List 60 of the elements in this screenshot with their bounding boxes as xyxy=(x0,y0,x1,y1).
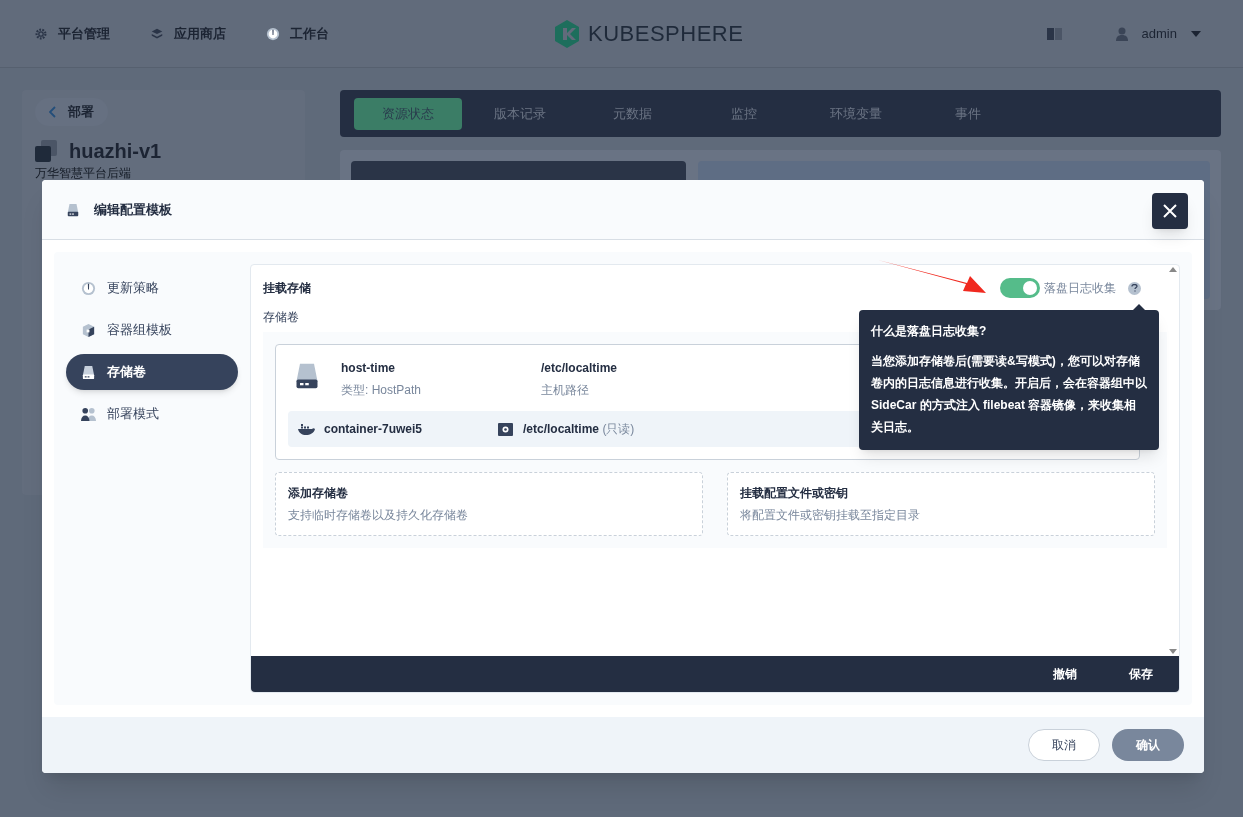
tab[interactable]: 元数据 xyxy=(578,97,686,130)
modal-title: 编辑配置模板 xyxy=(94,200,172,219)
settings-icon xyxy=(34,26,48,41)
option-description: 支持临时存储卷以及持久化存储卷 xyxy=(288,507,469,524)
option-title: 挂载配置文件或密钥 xyxy=(740,485,849,502)
mount-path: /etc/localtime (只读) xyxy=(523,421,635,438)
scroll-down-icon[interactable] xyxy=(1169,649,1177,654)
caret-icon xyxy=(1191,30,1201,37)
volume-path-type: 主机路径 xyxy=(541,382,590,399)
option-description: 将配置文件或密钥挂载至指定目录 xyxy=(740,507,921,524)
scroll-up-icon[interactable] xyxy=(1169,267,1177,272)
volumes-label: 存储卷 xyxy=(263,309,300,326)
tooltip-title: 什么是落盘日志收集? xyxy=(871,323,988,340)
disk-icon xyxy=(66,201,80,218)
people-icon xyxy=(80,406,97,422)
nav-link[interactable]: 平台管理 xyxy=(34,23,110,44)
nav-link[interactable]: 工作台 xyxy=(266,23,329,44)
toggle-label: 落盘日志收集 xyxy=(1044,280,1116,297)
cube-icon xyxy=(80,322,97,338)
close-button[interactable] xyxy=(1152,193,1188,229)
whale-icon xyxy=(298,423,315,435)
add-option-card[interactable]: 挂载配置文件或密钥 将配置文件或密钥挂载至指定目录 xyxy=(727,472,1155,536)
mount-point-icon xyxy=(498,422,513,436)
side-menu-item[interactable]: 部署模式 xyxy=(66,396,238,432)
book-icon[interactable] xyxy=(1046,27,1062,40)
footer-button[interactable]: 确认 xyxy=(1112,729,1184,761)
option-title: 添加存储卷 xyxy=(288,485,349,502)
gauge-icon xyxy=(80,280,97,296)
tab[interactable]: 资源状态 xyxy=(354,97,462,130)
tab[interactable]: 环境变量 xyxy=(802,97,910,130)
nav-link[interactable]: 应用商店 xyxy=(150,23,226,44)
footer-button[interactable]: 取消 xyxy=(1028,729,1100,761)
back-icon xyxy=(49,106,56,118)
section-title: 挂载存储 xyxy=(263,280,311,297)
user-menu[interactable]: admin xyxy=(1141,23,1201,44)
side-menu-item[interactable]: 存储卷 xyxy=(66,354,238,390)
tab[interactable]: 监控 xyxy=(690,97,798,130)
toggle-switch[interactable] xyxy=(1000,278,1040,298)
add-option-card[interactable]: 添加存储卷 支持临时存储卷以及持久化存储卷 xyxy=(275,472,703,536)
deployment-icon xyxy=(35,140,57,162)
volume-type: 类型: HostPath xyxy=(341,382,423,399)
back-button[interactable]: 部署 xyxy=(35,98,108,126)
deployment-title: huazhi-v1 xyxy=(69,139,162,164)
help-icon[interactable] xyxy=(1128,281,1141,295)
close-icon xyxy=(1162,203,1178,219)
gauge-icon xyxy=(266,26,280,41)
layers-icon xyxy=(150,26,164,41)
volume-name: host-time xyxy=(341,360,396,377)
panel-action-button[interactable]: 保存 xyxy=(1111,665,1171,683)
user-icon xyxy=(1115,26,1128,41)
logo-text: KUBESPHERE xyxy=(588,20,744,48)
deployment-description: 万华智慧平台后端 xyxy=(35,166,131,180)
side-menu-item[interactable]: 容器组模板 xyxy=(66,312,238,348)
volume-path: /etc/localtime xyxy=(541,360,618,377)
tab[interactable]: 版本记录 xyxy=(466,97,574,130)
panel-action-button[interactable]: 撤销 xyxy=(1035,665,1095,683)
side-menu-item[interactable]: 更新策略 xyxy=(66,270,238,306)
container-name: container-7uwei5 xyxy=(324,421,424,438)
disk-icon xyxy=(80,364,97,380)
tab[interactable]: 事件 xyxy=(914,97,1022,130)
